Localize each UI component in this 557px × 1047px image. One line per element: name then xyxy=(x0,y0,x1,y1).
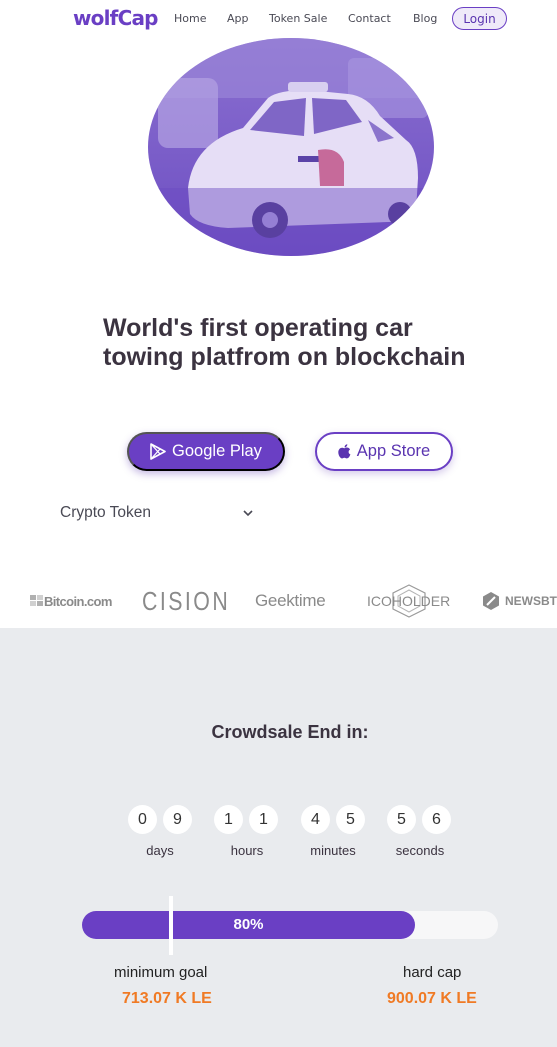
hard-cap-label: hard cap xyxy=(403,964,462,981)
chevron-down-icon xyxy=(243,510,253,517)
countdown-unit-hours: hours xyxy=(230,843,264,858)
partner-name: ICOHOLDER xyxy=(367,593,451,609)
nav-link-app[interactable]: App xyxy=(227,12,249,25)
dropdown-selected-value: Crypto Token xyxy=(60,504,152,521)
newsbtc-mark-icon xyxy=(483,592,499,610)
progress-fill: 80% xyxy=(82,911,415,939)
crowdsale-title: Crowdsale End in: xyxy=(211,722,369,742)
partner-name: NEWSBT xyxy=(505,594,557,608)
countdown-digit: 5 xyxy=(336,805,365,834)
hero-headline: World's first operating car towing platf… xyxy=(103,314,466,371)
crowdsale-section: Crowdsale End in: 0 9 1 1 4 5 5 6 days h… xyxy=(0,628,557,1047)
partner-name: Geektime xyxy=(255,591,326,610)
google-play-button[interactable]: Google Play xyxy=(127,432,285,471)
minimum-goal-marker xyxy=(169,896,173,955)
app-store-label: App Store xyxy=(356,442,431,460)
countdown-digit: 6 xyxy=(422,805,451,834)
top-navbar: wolfCap Home App Token Sale Contact Blog… xyxy=(0,0,557,38)
apple-icon xyxy=(338,444,351,459)
bitcoin-mark-icon xyxy=(30,595,43,606)
countdown-unit-seconds: seconds xyxy=(395,843,445,858)
countdown-digit: 0 xyxy=(128,805,157,834)
nav-link-token-sale[interactable]: Token Sale xyxy=(269,12,327,25)
token-type-dropdown[interactable]: Crypto Token xyxy=(60,502,254,524)
nav-link-home[interactable]: Home xyxy=(174,12,206,25)
wolfcap-logo[interactable]: wolfCap xyxy=(73,6,158,30)
hard-cap-value: 900.07 K LE xyxy=(387,990,477,1007)
countdown-digit: 4 xyxy=(301,805,330,834)
hero-taxi-image xyxy=(148,38,434,256)
google-play-icon xyxy=(150,443,166,460)
countdown-unit-minutes: minutes xyxy=(310,843,356,858)
google-play-label: Google Play xyxy=(172,442,262,460)
countdown-digit: 9 xyxy=(163,805,192,834)
partner-logo-newsbtc: NEWSBT xyxy=(481,584,557,618)
partner-name: Bitcoin.com xyxy=(44,593,112,609)
partner-logo-cision: CISION xyxy=(142,584,230,618)
partner-name: CISION xyxy=(142,585,231,616)
taxi-car-photo-icon xyxy=(148,38,434,256)
countdown-digit: 5 xyxy=(387,805,416,834)
countdown-digit: 1 xyxy=(249,805,278,834)
app-store-button[interactable]: App Store xyxy=(315,432,453,471)
minimum-goal-value: 713.07 K LE xyxy=(122,990,212,1007)
partner-logo-geektime: Geektime xyxy=(255,584,326,618)
countdown-digit: 1 xyxy=(214,805,243,834)
nav-link-contact[interactable]: Contact xyxy=(348,12,391,25)
login-button[interactable]: Login xyxy=(452,7,507,30)
countdown-unit-days: days xyxy=(146,843,174,858)
nav-link-blog[interactable]: Blog xyxy=(413,12,437,25)
partner-logo-icoholder: ICOHOLDER xyxy=(367,584,450,618)
partner-logo-bitcoin: Bitcoin.com xyxy=(30,584,112,618)
minimum-goal-label: minimum goal xyxy=(114,964,208,981)
